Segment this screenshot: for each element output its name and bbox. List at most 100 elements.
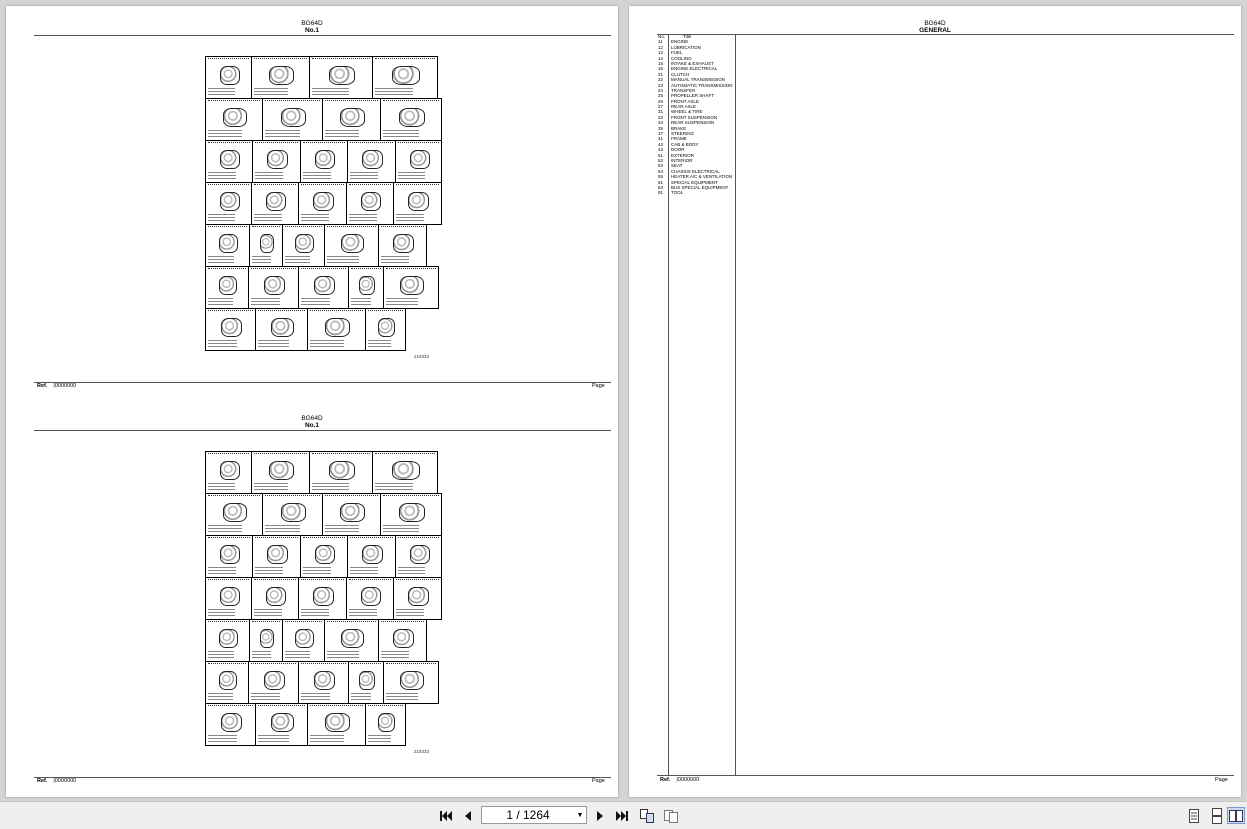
ref-label: Ref. — [660, 777, 671, 783]
parts-group-thumbnail — [205, 493, 263, 536]
parts-group-thumbnail — [307, 703, 366, 746]
parts-group-thumbnail — [395, 140, 442, 183]
parts-group-thumbnail — [324, 619, 379, 662]
parts-group-thumbnail — [251, 577, 299, 620]
parts-group-thumbnail — [205, 224, 250, 267]
parts-group-thumbnail — [252, 535, 301, 578]
ref-label: Ref. — [37, 778, 48, 784]
figure-code: 218333 — [414, 354, 430, 359]
chevron-down-icon: ▼ — [576, 811, 584, 819]
parts-group-thumbnail — [348, 266, 384, 309]
parts-group-thumbnail — [322, 493, 381, 536]
parts-group-thumbnail — [393, 182, 442, 225]
footer-rule — [34, 382, 611, 383]
parts-group-thumbnail — [205, 182, 252, 225]
parts-group-thumbnail — [205, 308, 256, 351]
parts-group-thumbnail — [380, 98, 442, 141]
parts-group-thumbnail — [307, 308, 366, 351]
parts-group-thumbnail — [262, 493, 323, 536]
parts-group-thumbnail — [324, 224, 379, 267]
group-index-table: No. Title 11 ENGINE 12 LUBRICATION 13 FUEL 14 C… — [657, 34, 736, 776]
parts-group-thumbnail — [205, 266, 249, 309]
skip-first-icon[interactable] — [437, 807, 455, 824]
header-rule — [657, 34, 1234, 35]
ref-field: Ref. |0000000 — [660, 777, 699, 783]
parts-group-thumbnail — [262, 98, 323, 141]
parts-group-thumbnail — [251, 56, 310, 99]
parts-group-thumbnail — [205, 535, 253, 578]
parts-group-thumbnail — [395, 535, 442, 578]
parts-group-thumbnail — [205, 56, 252, 99]
parts-group-thumbnail — [205, 451, 252, 494]
parts-group-thumbnail — [205, 703, 256, 746]
parts-group-thumbnail — [205, 661, 249, 704]
parts-group-thumbnail — [205, 98, 263, 141]
page-label: Page — [592, 778, 605, 784]
rotate-view-icon[interactable] — [638, 807, 656, 824]
sheet-number: No.1 — [304, 27, 320, 34]
ref-field: Ref. |0000000 — [37, 383, 76, 389]
parts-group-thumbnail — [365, 308, 406, 351]
group-rows: 11 ENGINE 12 LUBRICATION 13 FUEL 14 COOLING 15 IN… — [657, 39, 735, 196]
parts-group-thumbnail — [309, 451, 373, 494]
next-page-icon[interactable] — [591, 807, 609, 824]
parts-group-thumbnail — [251, 182, 299, 225]
ref-value: |0000000 — [53, 383, 77, 389]
page-selector[interactable]: 1 / 1264 ▼ — [481, 806, 587, 824]
parts-group-thumbnail — [372, 56, 438, 99]
header-rule — [34, 35, 611, 36]
continuous-view-icon[interactable] — [1208, 807, 1226, 824]
parts-group-thumbnail — [251, 451, 310, 494]
parts-group-thumbnail — [255, 308, 308, 351]
parts-group-thumbnail — [378, 224, 427, 267]
parts-group-thumbnail — [205, 577, 252, 620]
ref-label: Ref. — [37, 383, 48, 389]
parts-group-thumbnail — [348, 661, 384, 704]
page-label: Page — [1215, 777, 1228, 783]
parts-group-thumbnail — [205, 140, 253, 183]
viewer-toolbar: 1 / 1264 ▼ — [0, 801, 1247, 829]
ref-value: |0000000 — [53, 778, 77, 784]
parts-group-thumbnail — [248, 661, 299, 704]
single-page-view-icon[interactable] — [1185, 807, 1203, 824]
section-title: GENERAL — [919, 27, 951, 34]
parts-group-thumbnail — [298, 182, 347, 225]
parts-group-thumbnail — [298, 266, 349, 309]
sheet-model: BG64D — [301, 20, 323, 27]
sheet-model: BG64D — [924, 20, 946, 27]
skip-last-icon[interactable] — [613, 807, 631, 824]
parts-group-thumbnail — [322, 98, 381, 141]
ref-field: Ref. |0000000 — [37, 778, 76, 784]
parts-group-thumbnail — [365, 703, 406, 746]
right-document-page: BG64D GENERAL No. Title 11 ENGINE 12 LUBRIC… — [629, 6, 1241, 797]
parts-group-thumbnail — [309, 56, 373, 99]
parts-group-thumbnail — [347, 535, 396, 578]
sheet-number: No.1 — [304, 422, 320, 429]
page-label: Page — [592, 383, 605, 389]
parts-group-thumbnail — [255, 703, 308, 746]
parts-group-thumbnail — [372, 451, 438, 494]
prev-page-icon[interactable] — [459, 807, 477, 824]
table-filler — [657, 195, 735, 776]
parts-group-thumbnail — [205, 619, 250, 662]
parts-group-thumbnail — [383, 661, 439, 704]
figure-code: 218333 — [414, 749, 430, 754]
footer-rule — [34, 777, 611, 778]
facing-view-icon[interactable] — [1227, 807, 1245, 824]
parts-index-figure — [205, 56, 442, 352]
parts-group-thumbnail — [378, 619, 427, 662]
parts-group-thumbnail — [252, 140, 301, 183]
parts-group-thumbnail — [282, 619, 325, 662]
left-document-page: BG64D No.1 218333 Ref. |0000000 Page BG64… — [6, 6, 618, 797]
compare-view-icon[interactable] — [662, 807, 680, 824]
ref-value: |0000000 — [676, 777, 700, 783]
parts-group-thumbnail — [248, 266, 299, 309]
parts-group-thumbnail — [282, 224, 325, 267]
footer-rule — [657, 775, 1234, 776]
parts-group-thumbnail — [346, 577, 394, 620]
parts-group-thumbnail — [380, 493, 442, 536]
page-indicator: 1 / 1264 — [506, 808, 550, 822]
parts-group-thumbnail — [249, 224, 283, 267]
parts-group-thumbnail — [346, 182, 394, 225]
parts-group-thumbnail — [393, 577, 442, 620]
